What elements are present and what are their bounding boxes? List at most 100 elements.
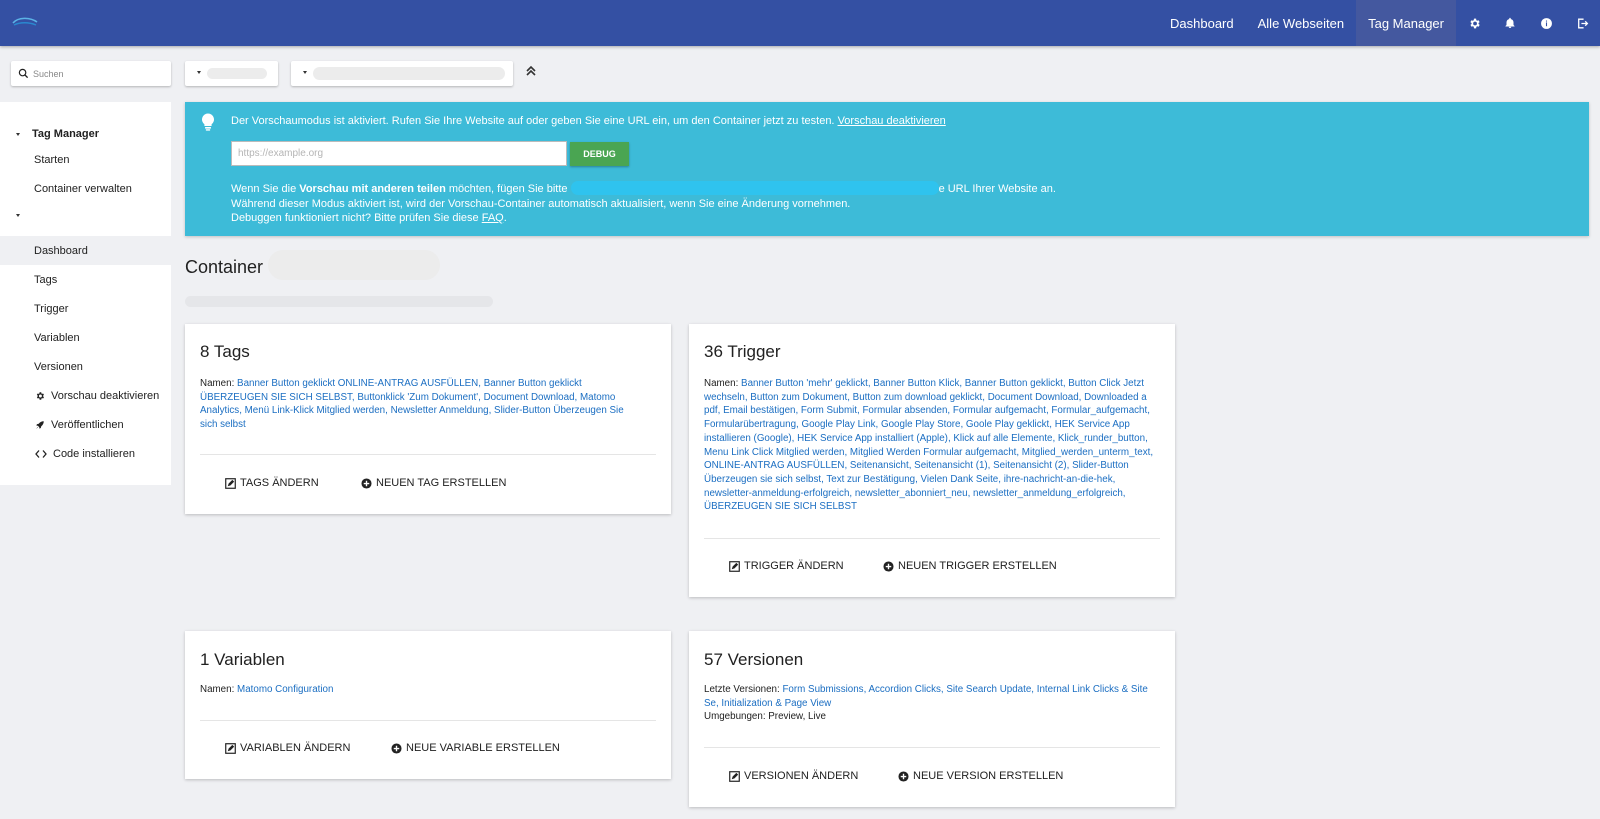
edit-tags-button[interactable]: Tags ändern: [225, 477, 319, 489]
nav-tag-manager[interactable]: Tag Manager: [1356, 0, 1456, 46]
variables-names: Namen: Matomo Configuration: [200, 683, 656, 697]
preview-url-input[interactable]: [231, 141, 567, 166]
search-box[interactable]: [11, 61, 171, 86]
sidebar-item-label: Vorschau deaktivieren: [51, 389, 160, 402]
preview-notice-message: Der Vorschaumodus ist aktiviert. Rufen S…: [231, 115, 835, 127]
redacted-container-description: [185, 296, 493, 307]
search-icon: [18, 68, 29, 79]
nav-all-websites[interactable]: Alle Webseiten: [1246, 0, 1356, 46]
edit-trigger-button[interactable]: Trigger ändern: [729, 560, 844, 572]
redacted-container-name: [313, 67, 505, 80]
redacted-preview-url: [570, 181, 939, 195]
bell-icon[interactable]: [1492, 0, 1528, 46]
edit-versions-label: Versionen ändern: [744, 770, 859, 782]
nav-dashboard[interactable]: Dashboard: [1158, 0, 1246, 46]
variable-names-links[interactable]: Matomo Configuration: [237, 684, 333, 695]
faq-text-pre: Debuggen funktioniert nicht? Bitte prüfe…: [231, 212, 482, 224]
edit-icon: [729, 560, 740, 572]
tag-names-links[interactable]: Banner Button geklickt ONLINE-ANTRAG AUS…: [200, 378, 624, 430]
edit-trigger-label: Trigger ändern: [744, 560, 844, 572]
lightbulb-icon: [202, 113, 214, 131]
sidebar-item-trigger[interactable]: Trigger: [0, 294, 171, 323]
sidebar-item-label: Veröffentlichen: [51, 418, 124, 431]
search-input[interactable]: [33, 68, 163, 79]
edit-tags-label: Tags ändern: [240, 477, 319, 489]
sidebar-item-vorschau-deaktivieren[interactable]: Vorschau deaktivieren: [0, 381, 171, 410]
chevron-down-icon: [16, 214, 20, 217]
preview-notice-text: Der Vorschaumodus ist aktiviert. Rufen S…: [231, 115, 946, 127]
new-trigger-label: Neuen Trigger erstellen: [898, 560, 1057, 572]
edit-versions-button[interactable]: Versionen ändern: [729, 770, 858, 782]
gear-icon: [34, 390, 46, 402]
sidebar-item-label: Code installieren: [53, 447, 135, 460]
share-text-mid: möchten, fügen Sie bitte: [445, 183, 568, 195]
share-text-pre: Wenn Sie die: [231, 183, 300, 195]
info-icon[interactable]: [1528, 0, 1564, 46]
new-tag-button[interactable]: Neuen Tag erstellen: [361, 477, 506, 489]
new-variable-button[interactable]: Neue Variable erstellen: [391, 742, 560, 754]
sidebar-item-versionen[interactable]: Versionen: [0, 352, 171, 381]
debug-button[interactable]: DEBUG: [570, 142, 629, 166]
chevron-down-icon: [197, 71, 201, 74]
names-label: Namen:: [200, 378, 235, 389]
sidebar-group-container[interactable]: [16, 214, 32, 217]
divider: [200, 454, 656, 455]
versions-card: 57 Versionen Letzte Versionen: Form Subm…: [689, 631, 1175, 807]
last-versions-label: Letzte Versionen:: [704, 684, 780, 695]
code-icon: [34, 448, 48, 460]
variables-card-title: 1 Variablen: [200, 650, 285, 669]
sidebar-group-tag-manager[interactable]: Tag Manager: [16, 128, 99, 140]
divider: [704, 747, 1160, 748]
redacted-container-title: [268, 250, 440, 280]
disable-preview-link[interactable]: Vorschau deaktivieren: [838, 115, 946, 127]
rocket-icon: [34, 419, 46, 431]
sidebar-group-label: Tag Manager: [32, 128, 100, 140]
plus-circle-icon: [898, 770, 909, 782]
chevron-double-up-icon[interactable]: [524, 64, 538, 78]
edit-icon: [225, 742, 236, 754]
container-selector[interactable]: [291, 61, 513, 86]
new-variable-label: Neue Variable erstellen: [406, 742, 560, 754]
sidebar-item-veroeffentlichen[interactable]: Veröffentlichen: [0, 410, 171, 439]
names-label: Namen:: [200, 684, 235, 695]
versions-card-title: 57 Versionen: [704, 650, 804, 669]
tags-names: Namen: Banner Button geklickt ONLINE-ANT…: [200, 377, 642, 432]
sidebar-item-container-verwalten[interactable]: Container verwalten: [0, 174, 171, 203]
edit-variables-button[interactable]: Variablen ändern: [225, 742, 350, 754]
sidebar: Tag Manager Starten Container verwalten …: [0, 102, 171, 485]
share-text-post: e URL Ihrer Website an.: [938, 183, 1056, 195]
auto-update-text: Während dieser Modus aktiviert ist, wird…: [231, 197, 851, 210]
sidebar-item-variablen[interactable]: Variablen: [0, 323, 171, 352]
site-selector[interactable]: [185, 61, 278, 86]
page-title: Container: [185, 257, 264, 277]
faq-link[interactable]: FAQ: [482, 212, 504, 224]
logout-icon[interactable]: [1564, 0, 1600, 46]
new-trigger-button[interactable]: Neuen Trigger erstellen: [883, 560, 1057, 572]
top-bar: Dashboard Alle Webseiten Tag Manager: [0, 0, 1600, 46]
trigger-names-links[interactable]: Banner Button 'mehr' geklickt, Banner Bu…: [704, 378, 1153, 512]
new-version-label: Neue Version erstellen: [913, 770, 1064, 782]
new-version-button[interactable]: Neue Version erstellen: [898, 770, 1063, 782]
share-text-bold: Vorschau mit anderen teilen: [299, 183, 446, 195]
sidebar-item-dashboard[interactable]: Dashboard: [0, 236, 171, 265]
plus-circle-icon: [883, 560, 894, 572]
sidebar-item-tags[interactable]: Tags: [0, 265, 171, 294]
gear-icon[interactable]: [1456, 0, 1492, 46]
divider: [200, 720, 656, 721]
plus-circle-icon: [391, 742, 402, 754]
logo-icon[interactable]: [12, 16, 38, 28]
trigger-card-title: 36 Trigger: [704, 342, 781, 361]
divider: [704, 538, 1160, 539]
variables-card: 1 Variablen Namen: Matomo Configuration …: [185, 631, 671, 779]
edit-icon: [225, 477, 236, 489]
top-nav: Dashboard Alle Webseiten Tag Manager: [1158, 0, 1600, 46]
versions-info: Letzte Versionen: Form Submissions, Acco…: [704, 683, 1160, 724]
sidebar-item-code-installieren[interactable]: Code installieren: [0, 439, 171, 468]
sidebar-item-starten[interactable]: Starten: [0, 145, 171, 174]
faq-text-post: .: [503, 212, 507, 224]
names-label: Namen:: [704, 378, 739, 389]
new-tag-label: Neuen Tag erstellen: [376, 477, 507, 489]
trigger-names: Namen: Banner Button 'mehr' geklickt, Ba…: [704, 377, 1160, 514]
redacted-site-name: [207, 68, 267, 79]
plus-circle-icon: [361, 477, 372, 489]
